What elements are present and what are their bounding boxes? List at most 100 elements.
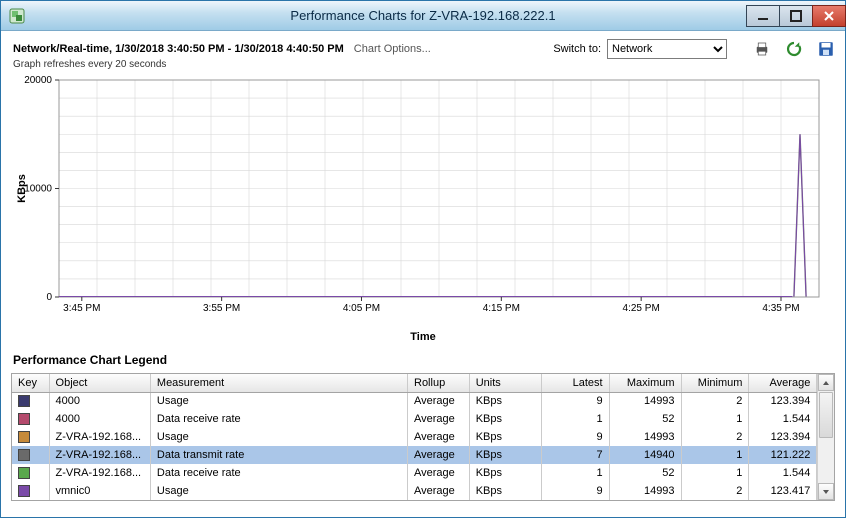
table-cell: 1 xyxy=(541,464,609,482)
column-header[interactable]: Key xyxy=(12,374,49,392)
scroll-up-button[interactable] xyxy=(818,374,834,391)
key-swatch xyxy=(18,467,30,479)
column-header[interactable]: Latest xyxy=(541,374,609,392)
table-row[interactable]: Z-VRA-192.168...UsageAverageKBps91499321… xyxy=(12,428,817,446)
chart-area: 010000200003:45 PM3:55 PM4:05 PM4:15 PM4… xyxy=(11,74,835,343)
table-cell: 7 xyxy=(541,446,609,464)
column-header[interactable]: Units xyxy=(469,374,541,392)
table-cell: 1.544 xyxy=(749,464,817,482)
spike-line xyxy=(794,134,806,296)
table-cell: 1.544 xyxy=(749,410,817,428)
refresh-icon[interactable] xyxy=(785,40,803,58)
table-cell: 9 xyxy=(541,392,609,410)
maximize-button[interactable] xyxy=(779,5,813,27)
table-row[interactable]: 4000UsageAverageKBps9149932123.394 xyxy=(12,392,817,410)
table-cell: Usage xyxy=(150,392,407,410)
save-icon[interactable] xyxy=(817,40,835,58)
y-tick-label: 10000 xyxy=(24,184,52,195)
x-tick-label: 4:15 PM xyxy=(483,303,520,314)
legend-table[interactable]: KeyObjectMeasurementRollupUnitsLatestMax… xyxy=(12,374,817,500)
table-cell: Z-VRA-192.168... xyxy=(49,446,150,464)
toolbar-icons xyxy=(753,40,835,58)
switch-to-dropdown[interactable]: Network xyxy=(607,39,727,59)
table-cell: 1 xyxy=(541,410,609,428)
legend-table-wrap: KeyObjectMeasurementRollupUnitsLatestMax… xyxy=(11,373,835,501)
table-cell: Data receive rate xyxy=(150,464,407,482)
y-tick-label: 0 xyxy=(46,292,52,303)
scroll-down-button[interactable] xyxy=(818,483,834,500)
table-cell: 52 xyxy=(609,410,681,428)
column-header[interactable]: Rollup xyxy=(408,374,470,392)
scroll-thumb[interactable] xyxy=(819,392,833,438)
key-swatch xyxy=(18,449,30,461)
column-header[interactable]: Minimum xyxy=(681,374,749,392)
legend-title: Performance Chart Legend xyxy=(1,343,845,373)
table-cell: 4000 xyxy=(49,392,150,410)
switch-to-label: Switch to: xyxy=(553,43,601,55)
x-tick-label: 4:05 PM xyxy=(343,303,380,314)
table-cell: 14993 xyxy=(609,482,681,500)
y-tick-label: 20000 xyxy=(24,75,52,86)
column-header[interactable]: Maximum xyxy=(609,374,681,392)
table-cell: Z-VRA-192.168... xyxy=(49,428,150,446)
chart-options-link[interactable]: Chart Options... xyxy=(354,43,431,55)
table-cell xyxy=(12,464,49,482)
column-header[interactable]: Average xyxy=(749,374,817,392)
table-cell: Data receive rate xyxy=(150,410,407,428)
table-cell xyxy=(12,482,49,500)
table-cell: Data transmit rate xyxy=(150,446,407,464)
column-header[interactable]: Measurement xyxy=(150,374,407,392)
time-range-label: Network/Real-time, 1/30/2018 3:40:50 PM … xyxy=(13,43,344,55)
table-cell: 1 xyxy=(681,464,749,482)
table-cell: 14940 xyxy=(609,446,681,464)
minimize-button[interactable] xyxy=(746,5,780,27)
x-tick-label: 4:25 PM xyxy=(623,303,660,314)
legend-scrollbar[interactable] xyxy=(817,374,834,500)
print-icon[interactable] xyxy=(753,40,771,58)
x-axis-label: Time xyxy=(11,331,835,343)
table-row[interactable]: Z-VRA-192.168...Data receive rateAverage… xyxy=(12,464,817,482)
table-cell: 123.417 xyxy=(749,482,817,500)
table-cell: 123.394 xyxy=(749,392,817,410)
table-cell: 2 xyxy=(681,428,749,446)
table-cell xyxy=(12,446,49,464)
table-cell: Average xyxy=(408,464,470,482)
table-cell: 14993 xyxy=(609,392,681,410)
titlebar[interactable]: Performance Charts for Z-VRA-192.168.222… xyxy=(1,1,845,31)
table-row[interactable]: Z-VRA-192.168...Data transmit rateAverag… xyxy=(12,446,817,464)
key-swatch xyxy=(18,395,30,407)
table-cell: KBps xyxy=(469,464,541,482)
y-axis-label: KBps xyxy=(16,174,28,203)
vsphere-icon xyxy=(9,8,25,24)
scroll-track[interactable] xyxy=(818,391,834,483)
table-cell: 1 xyxy=(681,410,749,428)
key-swatch xyxy=(18,485,30,497)
table-cell: Average xyxy=(408,428,470,446)
table-cell xyxy=(12,428,49,446)
spike-line xyxy=(794,134,806,296)
table-cell: Z-VRA-192.168... xyxy=(49,464,150,482)
table-cell: KBps xyxy=(469,482,541,500)
table-row[interactable]: 4000Data receive rateAverageKBps15211.54… xyxy=(12,410,817,428)
performance-chart: 010000200003:45 PM3:55 PM4:05 PM4:15 PM4… xyxy=(11,74,831,329)
key-swatch xyxy=(18,431,30,443)
table-cell: KBps xyxy=(469,428,541,446)
table-cell: Average xyxy=(408,446,470,464)
close-button[interactable] xyxy=(812,5,846,27)
table-row[interactable]: vmnic0UsageAverageKBps9149932123.417 xyxy=(12,482,817,500)
table-cell: Usage xyxy=(150,428,407,446)
table-cell: Usage xyxy=(150,482,407,500)
table-cell: KBps xyxy=(469,446,541,464)
table-cell: 9 xyxy=(541,428,609,446)
table-cell xyxy=(12,392,49,410)
x-tick-label: 4:35 PM xyxy=(762,303,799,314)
x-tick-label: 3:55 PM xyxy=(203,303,240,314)
key-swatch xyxy=(18,413,30,425)
table-cell: 123.394 xyxy=(749,428,817,446)
table-cell xyxy=(12,410,49,428)
column-header[interactable]: Object xyxy=(49,374,150,392)
header-row: Network/Real-time, 1/30/2018 3:40:50 PM … xyxy=(1,31,845,59)
window-title: Performance Charts for Z-VRA-192.168.222… xyxy=(1,8,845,23)
refresh-note: Graph refreshes every 20 seconds xyxy=(1,59,845,74)
table-cell: Average xyxy=(408,392,470,410)
